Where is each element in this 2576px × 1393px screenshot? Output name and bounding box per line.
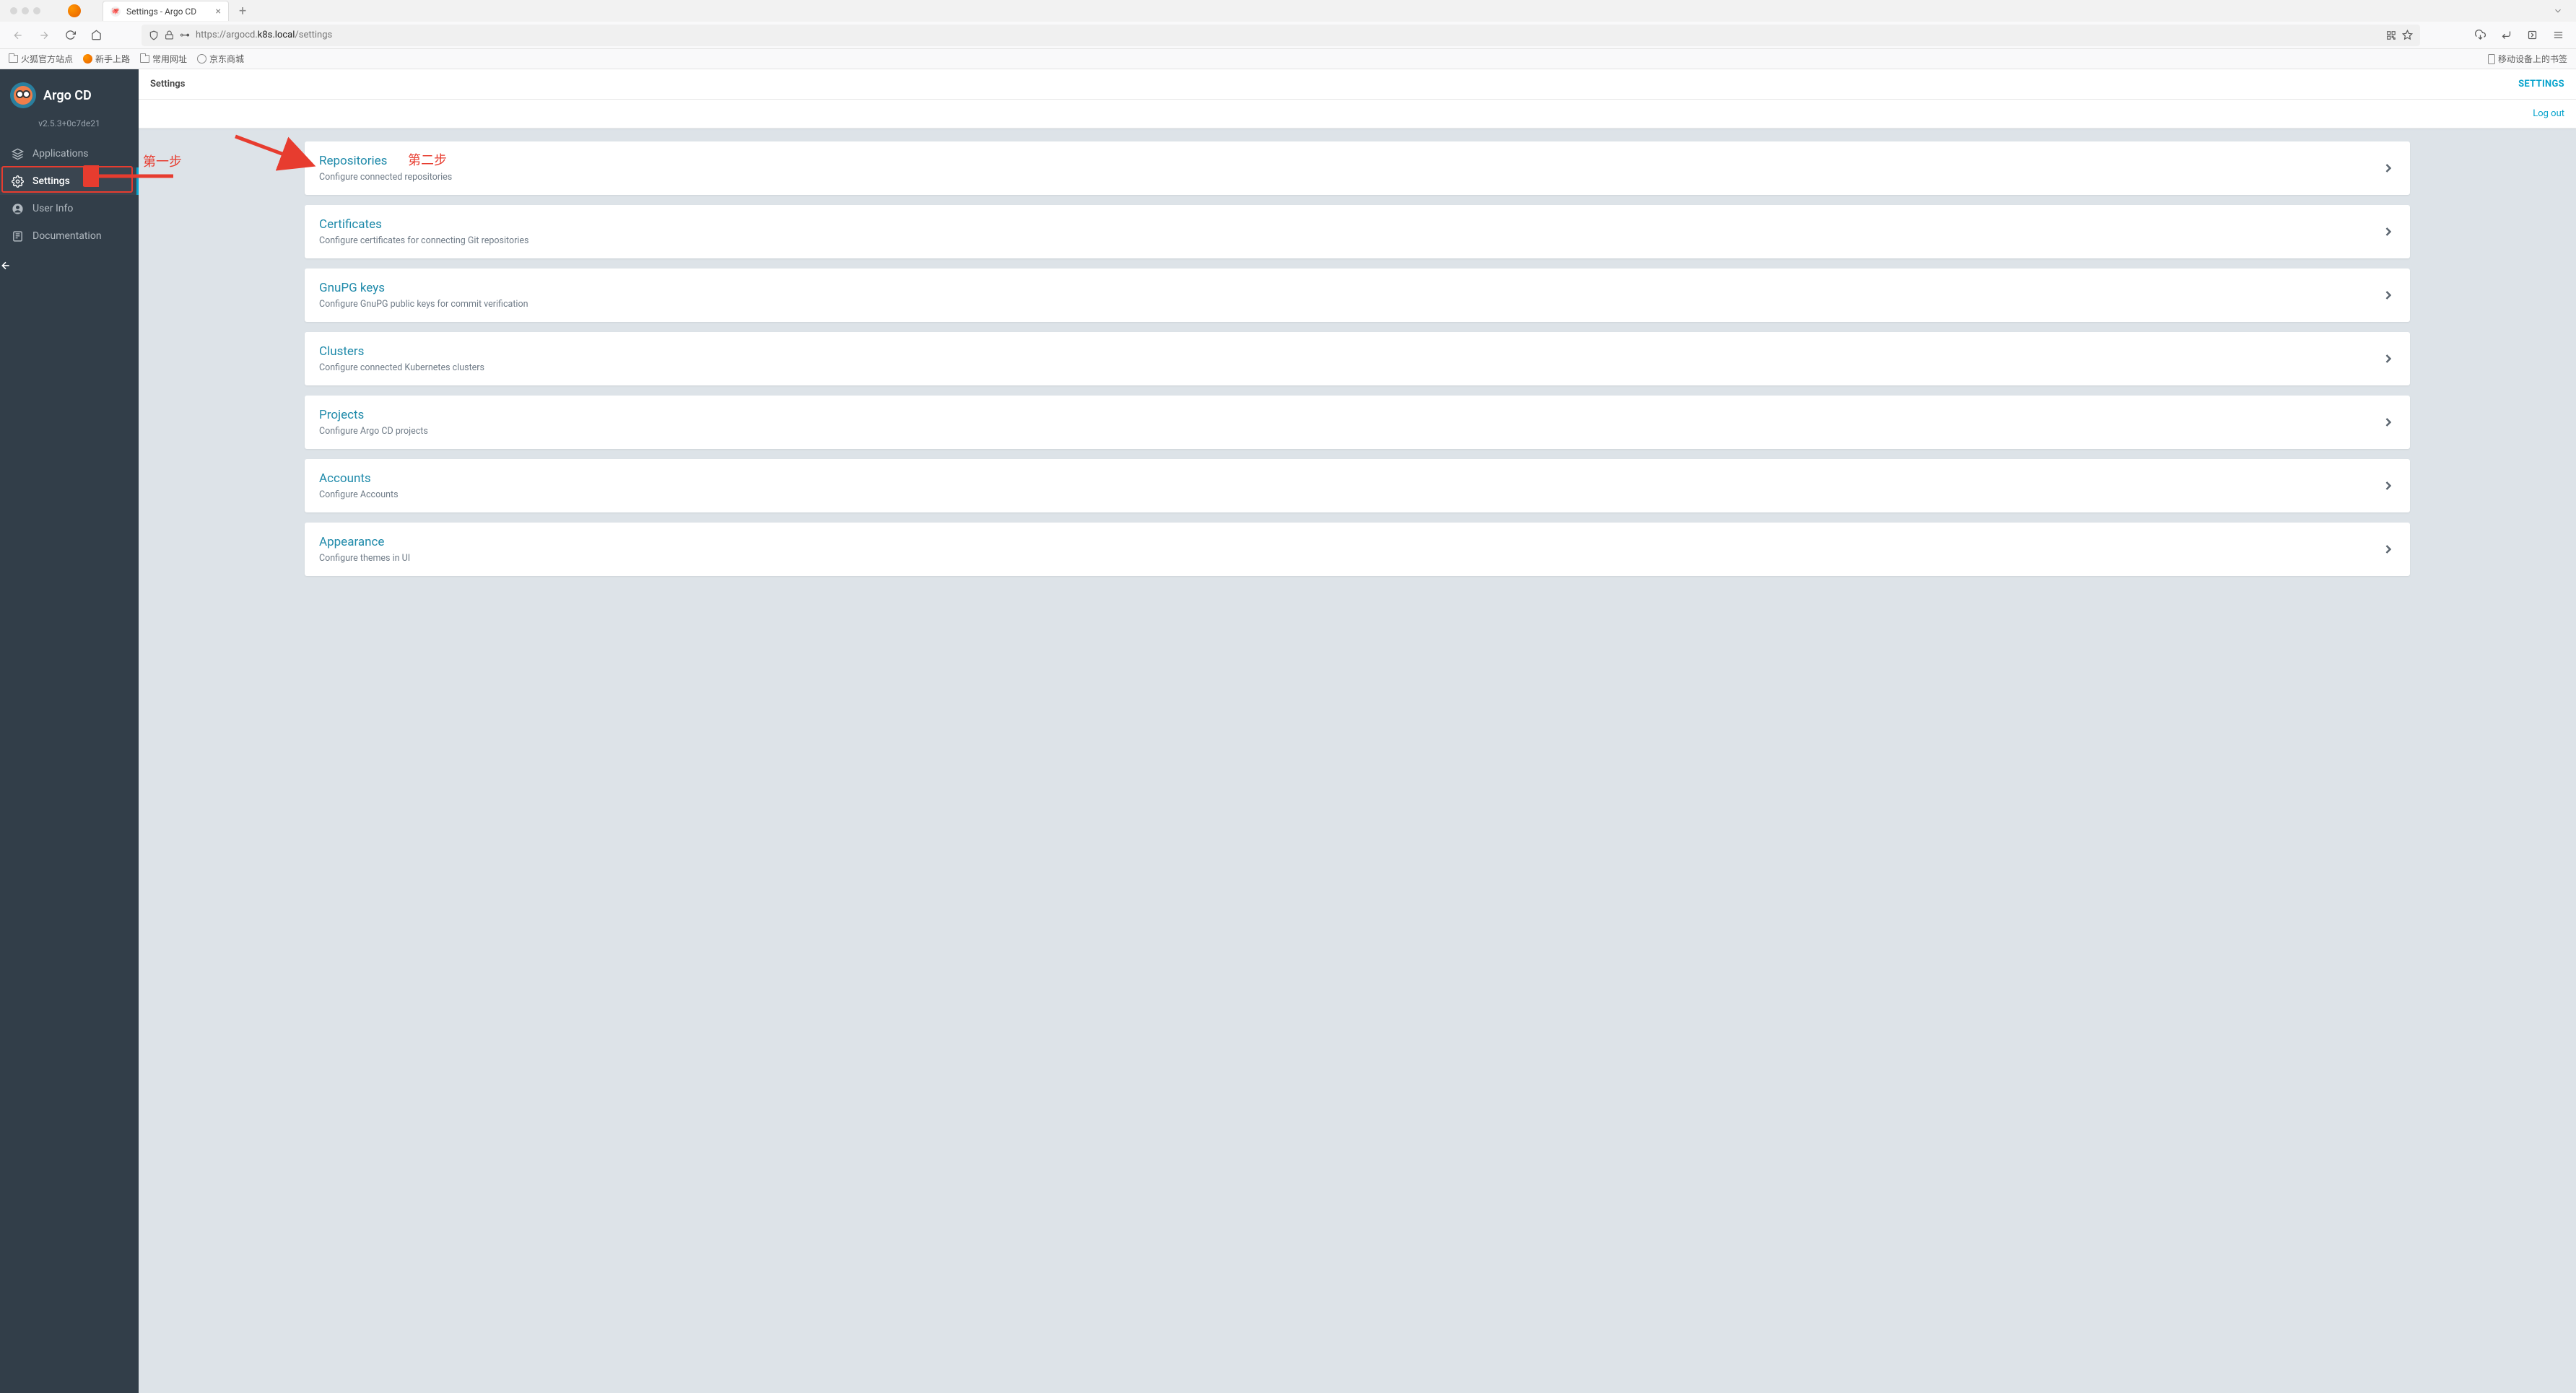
- nav-bar: ⊶ https://argocd.k8s.local/settings: [0, 22, 2576, 49]
- card-title: Certificates: [319, 217, 2381, 232]
- sidebar-item-user-info[interactable]: User Info: [0, 195, 139, 222]
- layers-icon: [11, 147, 24, 160]
- settings-content: Repositories Configure connected reposit…: [139, 128, 2576, 605]
- app-root: Argo CD v2.5.3+0c7de21 Applications Sett…: [0, 69, 2576, 1393]
- sidebar-item-applications[interactable]: Applications: [0, 140, 139, 167]
- version-text: v2.5.3+0c7de21: [0, 115, 139, 140]
- card-desc: Configure GnuPG public keys for commit v…: [319, 299, 2381, 310]
- minimize-dot-icon[interactable]: [22, 7, 29, 14]
- tab-title: Settings - Argo CD: [126, 6, 196, 17]
- bookmark-star-icon[interactable]: [2402, 30, 2413, 40]
- forward-button[interactable]: [35, 26, 53, 45]
- sidebar-item-label: Applications: [32, 148, 89, 160]
- firefox-icon[interactable]: [68, 4, 81, 17]
- bookmark-item[interactable]: 新手上路: [83, 53, 130, 65]
- url-bar[interactable]: ⊶ https://argocd.k8s.local/settings: [142, 25, 2420, 46]
- card-gnupg[interactable]: GnuPG keys Configure GnuPG public keys f…: [305, 268, 2410, 322]
- argocd-favicon-icon: 🐙: [110, 6, 121, 17]
- card-title: Appearance: [319, 535, 2381, 549]
- reload-button[interactable]: [61, 26, 79, 45]
- globe-icon: [197, 54, 206, 64]
- qr-icon[interactable]: [2386, 30, 2396, 40]
- maximize-dot-icon[interactable]: [33, 7, 40, 14]
- card-certificates[interactable]: Certificates Configure certificates for …: [305, 205, 2410, 258]
- firefox-icon: [83, 54, 92, 64]
- chevron-right-icon: [2381, 224, 2396, 239]
- breadcrumb: Settings: [150, 79, 185, 89]
- chevron-right-icon: [2381, 288, 2396, 302]
- card-title: Repositories: [319, 154, 2381, 168]
- browser-tab[interactable]: 🐙 Settings - Argo CD ×: [103, 1, 229, 21]
- bookmark-item[interactable]: 火狐官方站点: [9, 53, 73, 65]
- card-desc: Configure certificates for connecting Gi…: [319, 235, 2381, 246]
- sidebar: Argo CD v2.5.3+0c7de21 Applications Sett…: [0, 69, 139, 1393]
- chevron-right-icon: [2381, 479, 2396, 493]
- card-projects[interactable]: Projects Configure Argo CD projects: [305, 396, 2410, 449]
- app-title: Argo CD: [43, 88, 92, 103]
- account-icon[interactable]: [2497, 26, 2515, 45]
- book-icon: [11, 230, 24, 243]
- user-icon: [11, 202, 24, 215]
- tab-bar: 🐙 Settings - Argo CD × +: [0, 0, 2576, 22]
- sidebar-header: Argo CD: [0, 69, 139, 115]
- card-title: Projects: [319, 408, 2381, 422]
- page-title-right: SETTINGS: [2518, 79, 2564, 89]
- chevron-right-icon: [2381, 161, 2396, 175]
- argo-logo-icon: [10, 82, 36, 108]
- card-title: Accounts: [319, 471, 2381, 486]
- key-icon: ⊶: [180, 30, 190, 41]
- shield-icon: [149, 30, 159, 40]
- card-repositories[interactable]: Repositories Configure connected reposit…: [305, 141, 2410, 195]
- back-button[interactable]: [9, 26, 27, 45]
- sidebar-item-documentation[interactable]: Documentation: [0, 222, 139, 250]
- bookmark-bar: 火狐官方站点 新手上路 常用网址 京东商城 移动设备上的书签: [0, 49, 2576, 69]
- card-desc: Configure Argo CD projects: [319, 426, 2381, 437]
- sidebar-item-label: Settings: [32, 175, 70, 187]
- main-area: Settings SETTINGS Log out Repositories C…: [139, 69, 2576, 1393]
- list-tabs-button[interactable]: [2553, 6, 2570, 16]
- card-desc: Configure connected Kubernetes clusters: [319, 362, 2381, 373]
- sidebar-item-settings[interactable]: Settings: [0, 167, 139, 195]
- sidebar-nav: Applications Settings User Info Document…: [0, 140, 139, 250]
- logout-link[interactable]: Log out: [2533, 108, 2564, 119]
- folder-icon: [9, 55, 18, 63]
- bookmark-item[interactable]: 京东商城: [197, 53, 244, 65]
- new-tab-button[interactable]: +: [233, 4, 252, 19]
- bookmark-item[interactable]: 常用网址: [140, 53, 187, 65]
- card-desc: Configure connected repositories: [319, 172, 2381, 183]
- home-button[interactable]: [87, 26, 105, 45]
- collapse-sidebar-button[interactable]: [0, 250, 139, 281]
- mobile-icon: [2488, 54, 2495, 64]
- folder-icon: [140, 55, 149, 63]
- card-appearance[interactable]: Appearance Configure themes in UI: [305, 523, 2410, 576]
- topbar: Settings SETTINGS: [139, 69, 2576, 100]
- tab-close-icon[interactable]: ×: [216, 6, 221, 17]
- card-desc: Configure Accounts: [319, 489, 2381, 500]
- card-clusters[interactable]: Clusters Configure connected Kubernetes …: [305, 332, 2410, 385]
- card-title: GnuPG keys: [319, 281, 2381, 295]
- card-desc: Configure themes in UI: [319, 553, 2381, 564]
- close-dot-icon[interactable]: [10, 7, 17, 14]
- window-controls[interactable]: [10, 7, 40, 14]
- sidebar-item-label: User Info: [32, 203, 73, 214]
- mobile-bookmarks[interactable]: 移动设备上的书签: [2488, 53, 2567, 65]
- chevron-right-icon: [2381, 415, 2396, 429]
- subbar: Log out: [139, 100, 2576, 128]
- card-title: Clusters: [319, 344, 2381, 359]
- save-page-icon[interactable]: [2471, 26, 2489, 45]
- sidebar-item-label: Documentation: [32, 230, 102, 242]
- url-text: https://argocd.k8s.local/settings: [196, 30, 2380, 40]
- extensions-icon[interactable]: [2523, 26, 2541, 45]
- chevron-right-icon: [2381, 351, 2396, 366]
- browser-chrome: 🐙 Settings - Argo CD × + ⊶: [0, 0, 2576, 69]
- lock-icon: [165, 30, 174, 40]
- card-accounts[interactable]: Accounts Configure Accounts: [305, 459, 2410, 512]
- menu-icon[interactable]: [2549, 26, 2567, 45]
- gear-icon: [11, 175, 24, 188]
- chevron-right-icon: [2381, 542, 2396, 556]
